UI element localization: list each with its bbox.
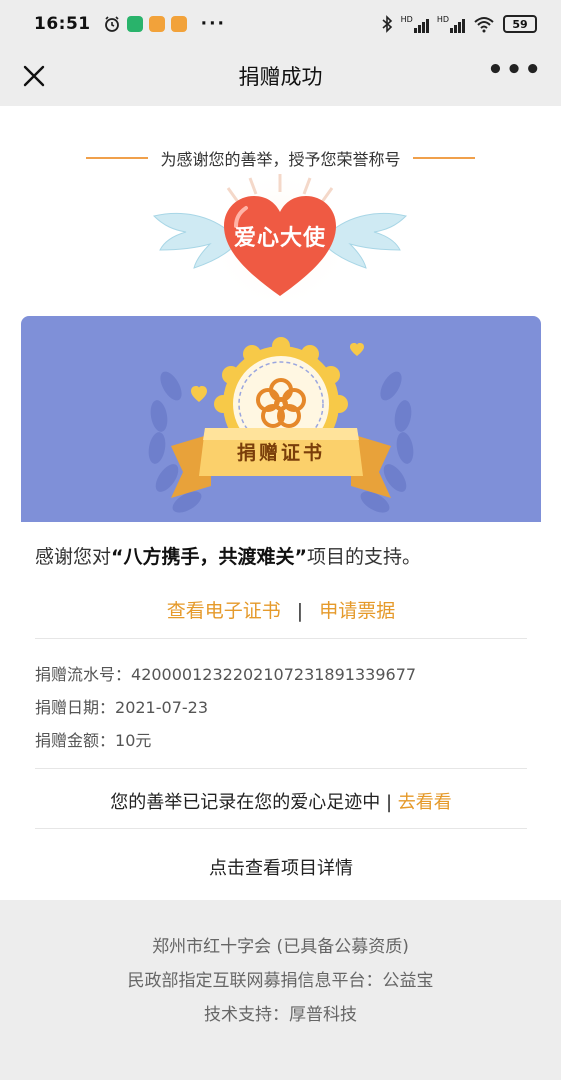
page-title: 捐赠成功 <box>238 65 323 89</box>
alarm-icon <box>104 16 119 32</box>
certificate-illustration <box>148 337 414 513</box>
nav-bar: 捐赠成功 ••• <box>0 48 561 104</box>
honor-caption: 为感谢您的善举，授予您荣誉称号 <box>160 150 401 169</box>
honor-badge: 爱心大使 <box>150 169 410 309</box>
footer-platform: 民政部指定互联网募捐信息平台：公益宝 <box>127 971 434 991</box>
request-receipt-link[interactable]: 申请票据 <box>319 600 395 622</box>
amount-value: 10元 <box>115 731 152 750</box>
date-label: 捐赠日期： <box>35 698 116 717</box>
signal-icon: HD <box>437 15 465 33</box>
decorative-line <box>86 157 149 159</box>
serial-label: 捐赠流水号： <box>35 665 132 684</box>
project-detail-link[interactable]: 点击查看项目详情 <box>21 854 541 880</box>
status-icons-left: ··· <box>103 14 226 34</box>
footer-tech-support: 技术支持：厚普科技 <box>204 1005 357 1025</box>
footprint-link[interactable]: 去看看 <box>398 792 452 813</box>
app-notification-icon <box>148 16 165 32</box>
thanks-message: 感谢您对“八方携手，共渡难关”项目的支持。 <box>35 542 421 569</box>
more-options-icon[interactable]: ••• <box>487 57 543 83</box>
honor-caption-row: 为感谢您的善举，授予您荣誉称号 <box>0 146 561 170</box>
close-icon[interactable] <box>16 58 52 94</box>
divider <box>35 828 527 829</box>
status-time: 16:51 <box>34 14 91 34</box>
footprint-text: 您的善举已记录在您的爱心足迹中 | <box>110 792 393 813</box>
serial-value: 4200001232202107231891339677 <box>131 665 417 684</box>
battery-indicator: 59 <box>503 15 537 33</box>
certificate-banner: 捐赠证书 <box>21 316 541 522</box>
footer: 郑州市红十字会 (已具备公募资质) 民政部指定互联网募捐信息平台：公益宝 技术支… <box>0 930 561 1032</box>
app-notification-icon <box>126 16 143 32</box>
bluetooth-icon <box>382 15 392 33</box>
view-certificate-link[interactable]: 查看电子证书 <box>167 600 281 622</box>
divider <box>35 768 527 769</box>
signal-icon: HD <box>401 15 429 33</box>
thanks-suffix: 项目的支持。 <box>307 546 422 568</box>
date-row: 捐赠日期：2021-07-23 <box>35 691 416 724</box>
amount-label: 捐赠金额： <box>35 731 116 750</box>
certificate-actions: 查看电子证书 | 申请票据 <box>21 596 541 623</box>
wifi-icon <box>474 17 494 33</box>
status-bar: 16:51 ··· HD HD 59 <box>0 0 561 48</box>
donation-info: 捐赠流水号：4200001232202107231891339677 捐赠日期：… <box>35 658 416 757</box>
status-right: HD HD 59 <box>381 15 537 33</box>
divider <box>35 638 527 639</box>
app-notification-icon <box>170 16 187 32</box>
footer-organization: 郑州市红十字会 (已具备公募资质) <box>152 937 409 957</box>
thanks-prefix: 感谢您对 <box>35 546 112 568</box>
footprint-row: 您的善举已记录在您的爱心足迹中 | 去看看 <box>21 788 541 814</box>
serial-row: 捐赠流水号：4200001232202107231891339677 <box>35 658 416 691</box>
certificate-card: 感谢您对“八方携手，共渡难关”项目的支持。 查看电子证书 | 申请票据 捐赠流水… <box>21 522 541 900</box>
amount-row: 捐赠金额：10元 <box>35 724 416 757</box>
project-name: “八方携手，共渡难关” <box>111 546 307 568</box>
separator: | <box>296 600 304 622</box>
decorative-line <box>412 157 475 159</box>
date-value: 2021-07-23 <box>115 698 208 717</box>
certificate-label: 捐赠证书 <box>236 442 325 464</box>
more-notifications-icon: ··· <box>200 14 226 34</box>
honor-title: 爱心大使 <box>233 226 326 251</box>
